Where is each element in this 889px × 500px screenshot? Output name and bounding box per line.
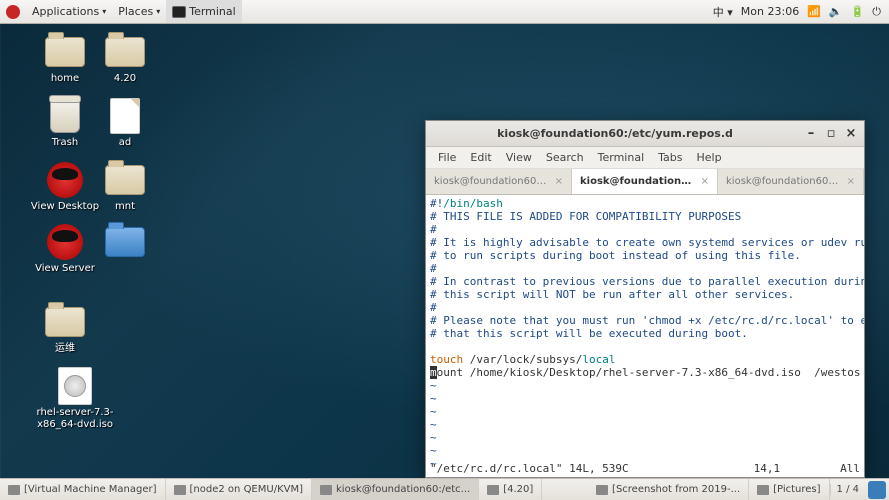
- desktop-icon-iso[interactable]: rhel-server-7.3-x86_64-dvd.iso: [30, 368, 120, 431]
- terminal-menubar: File Edit View Search Terminal Tabs Help: [426, 147, 864, 169]
- menu-file[interactable]: File: [432, 149, 462, 166]
- minimize-button[interactable]: –: [804, 127, 818, 141]
- menu-help[interactable]: Help: [691, 149, 728, 166]
- network-icon[interactable]: 📶: [807, 5, 821, 18]
- terminal-window[interactable]: kiosk@foundation60:/etc/yum.repos.d – ▫ …: [425, 120, 865, 478]
- window-titlebar[interactable]: kiosk@foundation60:/etc/yum.repos.d – ▫ …: [426, 121, 864, 147]
- desktop-icon-ops[interactable]: 运维: [30, 304, 100, 355]
- menu-view[interactable]: View: [500, 149, 538, 166]
- applications-menu[interactable]: Applications▾: [26, 0, 112, 23]
- menu-tabs[interactable]: Tabs: [652, 149, 688, 166]
- close-icon[interactable]: ×: [701, 176, 709, 187]
- terminal-tabs: kiosk@foundation60:~...× kiosk@foundatio…: [426, 169, 864, 195]
- terminal-tab[interactable]: kiosk@foundation60:~...×: [426, 169, 572, 194]
- vim-cursor: m: [430, 366, 437, 379]
- close-icon[interactable]: ×: [847, 176, 855, 187]
- menu-terminal[interactable]: Terminal: [592, 149, 651, 166]
- vim-statusline: "/etc/rc.d/rc.local" 14L, 539C14,1All: [430, 462, 860, 475]
- app-icon: [596, 485, 608, 495]
- maximize-button[interactable]: ▫: [824, 127, 838, 141]
- top-panel: Applications▾ Places▾ Terminal 中 ▾ Mon 2…: [0, 0, 889, 24]
- taskbar-item[interactable]: [4.20]: [479, 479, 542, 500]
- power-icon[interactable]: ⏻: [872, 5, 881, 19]
- taskbar-item[interactable]: [Virtual Machine Manager]: [0, 479, 166, 500]
- desktop-icon-420[interactable]: 4.20: [90, 34, 160, 85]
- close-button[interactable]: ×: [844, 127, 858, 141]
- window-title: kiosk@foundation60:/etc/yum.repos.d: [432, 127, 798, 140]
- taskbar-item[interactable]: kiosk@foundation60:/etc...: [312, 479, 479, 500]
- battery-icon[interactable]: 🔋: [851, 5, 865, 18]
- taskbar-item[interactable]: [node2 on QEMU/KVM]: [166, 479, 312, 500]
- volume-icon[interactable]: 🔈: [829, 5, 843, 18]
- close-icon[interactable]: ×: [555, 176, 563, 187]
- menu-edit[interactable]: Edit: [464, 149, 497, 166]
- desktop[interactable]: home 4.20 Trash ad View Desktop mnt View…: [0, 24, 889, 478]
- app-icon: [174, 485, 186, 495]
- terminal-app-menu[interactable]: Terminal: [166, 0, 242, 23]
- terminal-content[interactable]: #!/bin/bash # THIS FILE IS ADDED FOR COM…: [426, 195, 864, 477]
- places-menu[interactable]: Places▾: [112, 0, 166, 23]
- desktop-icon-bluefolder[interactable]: [90, 224, 160, 263]
- desktop-icon-mnt[interactable]: mnt: [90, 162, 160, 213]
- app-icon: [487, 485, 499, 495]
- terminal-tab[interactable]: kiosk@foundation60:/...×: [572, 169, 718, 194]
- app-icon: [8, 485, 20, 495]
- clock[interactable]: Mon 23:06: [741, 5, 799, 18]
- terminal-tab[interactable]: kiosk@foundation60:~...×: [718, 169, 864, 194]
- terminal-icon: [172, 6, 186, 18]
- menu-search[interactable]: Search: [540, 149, 590, 166]
- taskbar-item[interactable]: [Pictures]: [749, 479, 829, 500]
- show-desktop-icon[interactable]: [868, 481, 886, 499]
- taskbar-item[interactable]: [Screenshot from 2019-...: [588, 479, 749, 500]
- desktop-icon-ad[interactable]: ad: [90, 98, 160, 149]
- distro-logo-icon: [6, 5, 20, 19]
- workspace-indicator[interactable]: 1 / 4: [830, 484, 865, 495]
- app-icon: [320, 485, 332, 495]
- input-method-indicator[interactable]: 中 ▾: [713, 4, 733, 20]
- app-icon: [757, 485, 769, 495]
- bottom-panel: [Virtual Machine Manager] [node2 on QEMU…: [0, 478, 889, 500]
